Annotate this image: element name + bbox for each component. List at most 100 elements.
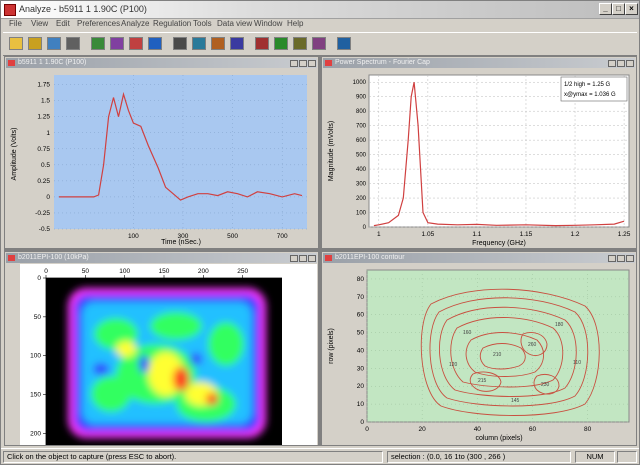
child-maximize-button[interactable]: [617, 60, 625, 67]
y-tick-label: 1.25: [37, 114, 50, 121]
save-button[interactable]: [47, 37, 61, 50]
y-axis-label: Amplitude (Volts): [11, 128, 18, 181]
x-tick-label: 150: [159, 268, 170, 275]
plot-area: [366, 269, 630, 423]
title-bar[interactable]: Analyze - b5911 1 1.90C (P100) _ □ ×: [1, 1, 639, 19]
x-tick-label: 50: [82, 268, 90, 275]
contour-window-titlebar[interactable]: b2011EPI-100 contour: [323, 253, 635, 263]
time-window-titlebar[interactable]: b5911 1 1.90C (P100): [6, 58, 317, 68]
status-grip[interactable]: [617, 451, 637, 463]
y-tick-label: 1: [46, 130, 50, 137]
x-tick-label: 80: [584, 426, 592, 433]
y-tick-label: 40: [357, 347, 365, 354]
grid-button[interactable]: [211, 37, 225, 50]
minimize-button[interactable]: _: [599, 3, 612, 15]
x-tick-label: 100: [128, 233, 139, 240]
close-button[interactable]: ×: [625, 3, 638, 15]
time-window-title: b5911 1 1.90C (P100): [18, 59, 87, 66]
y-tick-label: 600: [356, 138, 367, 144]
heatmap-window-titlebar[interactable]: b2011EPI-100 (10kPa): [6, 253, 317, 263]
power-window-titlebar[interactable]: Power Spectrum - Fourier Cap: [323, 58, 635, 68]
y-axis-label: row (pixels): [328, 328, 335, 364]
menu-preferences[interactable]: Preferences: [77, 19, 120, 28]
contour-window[interactable]: b2011EPI-100 contour 210 260 215 230 160…: [321, 251, 637, 446]
x-tick-label: 1: [377, 231, 381, 238]
contour-window-title: b2011EPI-100 contour: [335, 254, 405, 261]
svg-text:230: 230: [541, 382, 550, 388]
svg-text:215: 215: [478, 378, 487, 384]
child-close-button[interactable]: [626, 255, 634, 262]
copy-button[interactable]: [91, 37, 105, 50]
cut-button[interactable]: [129, 37, 143, 50]
child-close-button[interactable]: [626, 60, 634, 67]
export-button[interactable]: [312, 37, 326, 50]
child-close-button[interactable]: [308, 255, 316, 262]
x-tick-label: 1.25: [618, 231, 631, 238]
help-button[interactable]: [337, 37, 351, 50]
y-tick-label: 80: [357, 276, 365, 283]
zoom-button[interactable]: [148, 37, 162, 50]
menu-view[interactable]: View: [31, 19, 48, 28]
heatmap-window-title: b2011EPI-100 (10kPa): [18, 254, 89, 261]
status-hint: Click on the object to capture (press ES…: [3, 451, 383, 463]
child-minimize-button[interactable]: [290, 60, 298, 67]
child-maximize-button[interactable]: [299, 60, 307, 67]
child-minimize-button[interactable]: [608, 255, 616, 262]
child-maximize-button[interactable]: [617, 255, 625, 262]
x-tick-label: 250: [237, 268, 248, 275]
power-spectrum-plot[interactable]: 10009008007006005004003002001000 1 1.05 1.…: [323, 69, 635, 248]
paste-button[interactable]: [110, 37, 124, 50]
child-minimize-button[interactable]: [608, 60, 616, 67]
contour-plot[interactable]: 210 260 215 230 160 180 120 145 110 0 10 20 30 40 5…: [323, 264, 635, 445]
menu-file[interactable]: File: [9, 19, 22, 28]
heatmap-plot[interactable]: 0 50 100 150 200 250 0 50 100 150 200: [6, 264, 317, 445]
y-tick-label: 50: [34, 314, 42, 321]
heatmap-image: [68, 288, 266, 438]
menu-analyze[interactable]: Analyze: [121, 19, 149, 28]
y-tick-label: 70: [357, 294, 365, 301]
time-domain-window[interactable]: b5911 1 1.90C (P100) 1.75 1.5 1.25 1 0.75 0.5…: [4, 56, 319, 249]
y-tick-label: 200: [356, 196, 367, 202]
time-domain-plot[interactable]: 1.751.51.2510.750.50.250-0.25-0.5 100 300…: [6, 69, 317, 248]
maximize-button[interactable]: □: [612, 3, 625, 15]
x-axis-label: column (pixels): [475, 435, 522, 442]
menu-help[interactable]: Help: [287, 19, 303, 28]
heatmap-window[interactable]: b2011EPI-100 (10kPa) 0 50 100 150 200 25…: [4, 251, 319, 446]
window-icon: [8, 60, 15, 66]
child-maximize-button[interactable]: [299, 255, 307, 262]
menu-tools[interactable]: Tools: [193, 19, 212, 28]
y-tick-label: 0: [37, 275, 41, 282]
open-button[interactable]: [28, 37, 42, 50]
menu-edit[interactable]: Edit: [56, 19, 70, 28]
svg-text:110: 110: [573, 360, 581, 366]
y-tick-label: 1.75: [37, 82, 50, 89]
x-tick-label: 100: [119, 268, 130, 275]
svg-text:210: 210: [493, 352, 502, 358]
palette-button[interactable]: [274, 37, 288, 50]
measure-button[interactable]: [293, 37, 307, 50]
y-tick-label: 60: [357, 312, 365, 319]
x-tick-label: 20: [419, 426, 427, 433]
menu-regulation[interactable]: Regulation: [153, 19, 191, 28]
x-axis-label: Time (nSec.): [161, 239, 201, 246]
menu-data-view[interactable]: Data view: [217, 19, 252, 28]
menu-window[interactable]: Window: [254, 19, 282, 28]
y-tick-label: 800: [356, 109, 367, 115]
child-close-button[interactable]: [308, 60, 316, 67]
menu-bar: File View Edit Preferences Analyze Regul…: [1, 18, 639, 31]
y-tick-label: 0.75: [37, 146, 50, 153]
y-tick-label: 20: [357, 383, 365, 390]
child-minimize-button[interactable]: [290, 255, 298, 262]
pan-button[interactable]: [173, 37, 187, 50]
chart-button[interactable]: [192, 37, 206, 50]
print-button[interactable]: [66, 37, 80, 50]
power-spectrum-window[interactable]: Power Spectrum - Fourier Cap 1000 900 800 7…: [321, 56, 637, 249]
new-button[interactable]: [9, 37, 23, 50]
cursor-button[interactable]: [230, 37, 244, 50]
toolbar: [3, 32, 637, 56]
y-tick-label: -0.25: [35, 210, 50, 217]
svg-text:260: 260: [528, 342, 537, 348]
layer-button[interactable]: [255, 37, 269, 50]
window-icon: [325, 60, 332, 66]
y-tick-label: 1000: [353, 80, 367, 86]
